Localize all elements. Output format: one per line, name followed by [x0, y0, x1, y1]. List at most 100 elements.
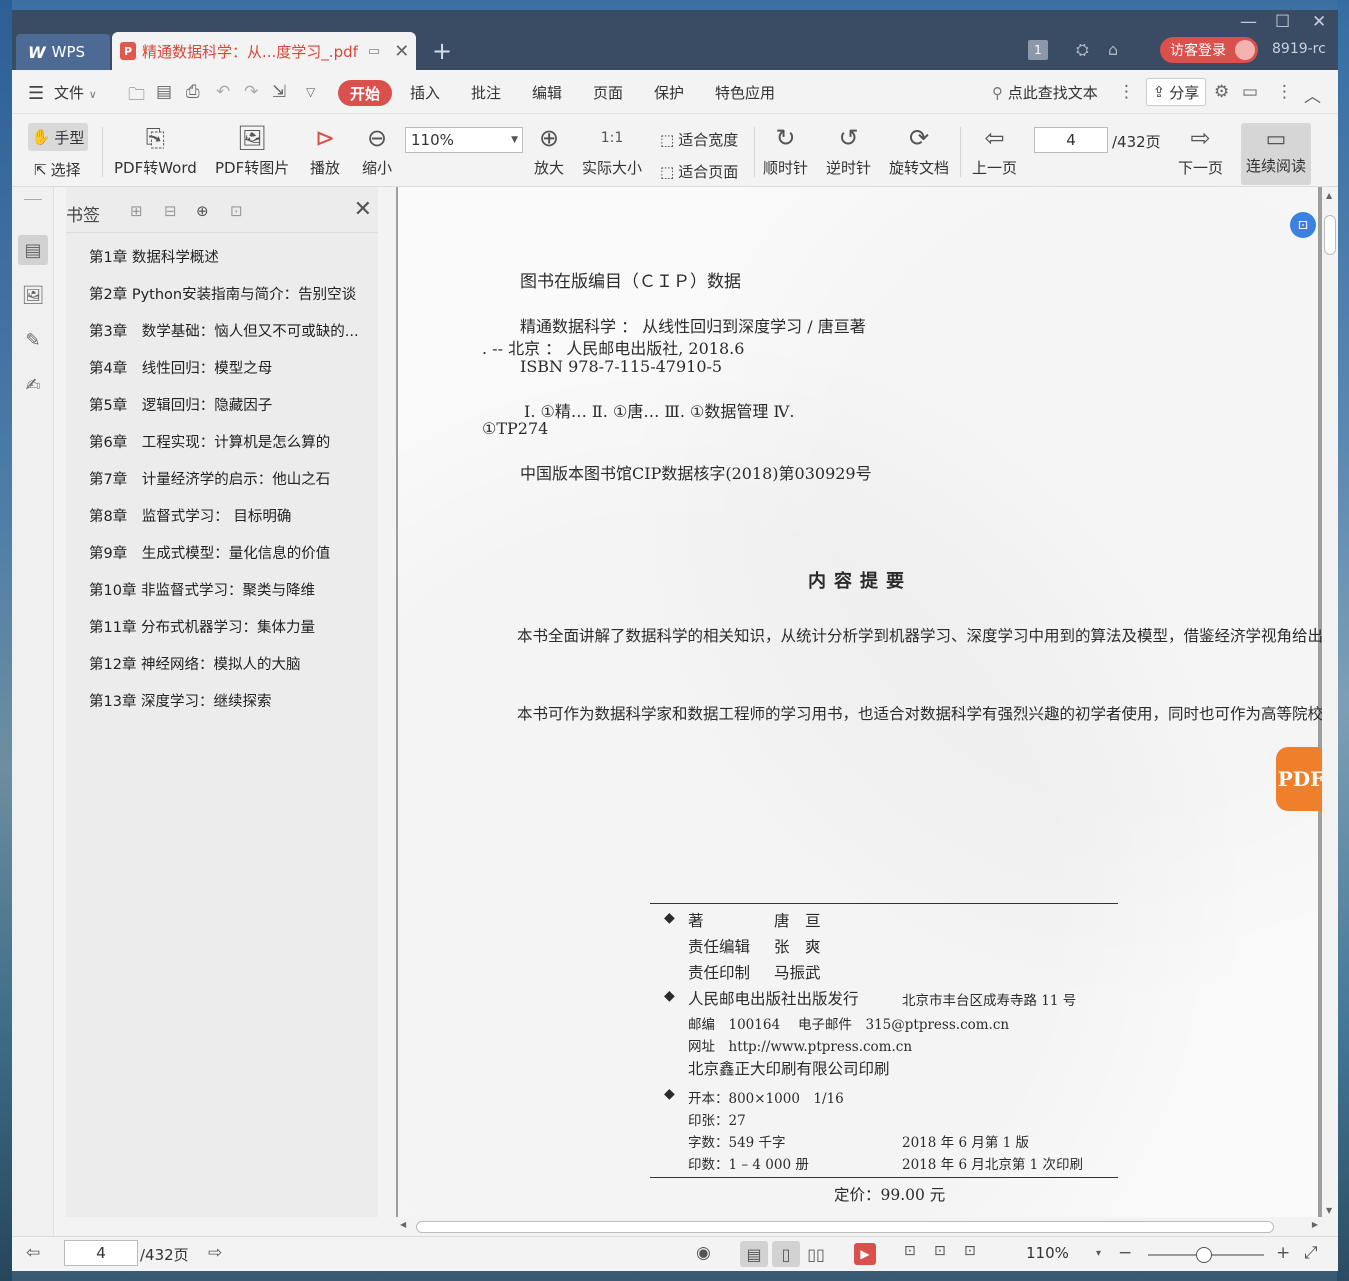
fullscreen-icon[interactable]: ⤢ — [1304, 1243, 1318, 1263]
zoom-slider-knob[interactable] — [1196, 1247, 1212, 1263]
tab-annotate[interactable]: 批注 — [471, 82, 501, 103]
wps-home-tab[interactable]: W WPS — [16, 34, 110, 70]
fit-width-status-icon[interactable]: ⊡ — [964, 1243, 976, 1259]
fit-page-status-icon[interactable]: ⊡ — [934, 1243, 946, 1259]
file-menu[interactable]: 文件 ∨ — [54, 82, 97, 103]
continuous-read-button[interactable]: ▭ 连续阅读 — [1241, 123, 1311, 185]
select-tool-button[interactable]: ⇱ 选择 — [34, 159, 81, 180]
print-icon[interactable]: ⎙ — [186, 82, 200, 102]
close-window-icon[interactable]: ✕ — [1312, 12, 1326, 32]
bookmark-item[interactable]: 第13章 深度学习：继续探索 — [89, 689, 371, 726]
rotate-clockwise-button[interactable]: ↻ 顺时针 — [763, 121, 808, 178]
zoom-minus-icon[interactable]: − — [1118, 1243, 1132, 1263]
bookmark-panel-icon[interactable]: ▤ — [18, 235, 48, 265]
status-zoom-value[interactable]: 110% — [1026, 1244, 1069, 1262]
redo-icon[interactable]: ↷ — [244, 82, 258, 102]
previous-page-icon[interactable]: ⇦ — [26, 1243, 40, 1263]
customize-dropdown-icon[interactable]: ▽ — [306, 85, 315, 99]
delete-bookmark-icon[interactable]: ⊡ — [230, 202, 243, 220]
tab-protect[interactable]: 保护 — [654, 82, 684, 103]
thumbnail-icon[interactable]: 🖼 — [18, 280, 48, 310]
tab-special-apps[interactable]: 特色应用 — [715, 82, 775, 103]
add-bookmark-icon[interactable]: ⊕ — [196, 202, 209, 220]
document-tab[interactable]: P 精通数据科学：从...度学习_.pdf ▭ ✕ — [112, 32, 416, 70]
comment-icon[interactable]: ▭ — [1242, 82, 1258, 102]
zoom-in-button[interactable]: ⊕ 放大 — [534, 121, 564, 178]
rotate-counterclockwise-button[interactable]: ↺ 逆时针 — [826, 121, 871, 178]
pdf-float-icon[interactable]: PDF — [1276, 747, 1322, 811]
two-page-view-icon[interactable]: ▯▯ — [802, 1241, 830, 1267]
maximize-icon[interactable]: ☐ — [1275, 12, 1290, 32]
status-page-input[interactable]: 4 — [64, 1240, 138, 1266]
search-text-button[interactable]: ⚲ 点此查找文本 — [992, 82, 1098, 103]
zoom-dropdown-icon[interactable]: ▾ — [1096, 1248, 1101, 1259]
settings-gear-icon[interactable]: ⚙ — [1214, 82, 1229, 102]
document-viewport[interactable]: 图书在版编目（ＣＩＰ）数据 精通数据科学 ： 从线性回归到深度学习 / 唐亘著 … — [396, 187, 1322, 1217]
pdf-to-word-button[interactable]: ⎘ PDF转Word — [114, 121, 197, 178]
bookmark-item[interactable]: 第10章 非监督式学习：聚类与降维 — [89, 578, 371, 615]
close-panel-icon[interactable]: ✕ — [354, 197, 372, 222]
new-tab-icon[interactable]: + — [432, 37, 452, 65]
export-icon[interactable]: ⇲ — [272, 82, 286, 102]
zoom-select[interactable]: 110% ▼ — [405, 127, 523, 153]
more-vertical-icon[interactable]: ⋮ — [1118, 82, 1135, 102]
save-icon[interactable]: ▤ — [156, 82, 172, 102]
bookmark-item[interactable]: 第9章 生成式模型：量化信息的价值 — [89, 541, 371, 578]
next-page-button[interactable]: ⇨ 下一页 — [1178, 121, 1223, 178]
bookmark-item[interactable]: 第3章 数学基础：恼人但又不可或缺的... — [89, 319, 371, 356]
open-folder-icon[interactable]: 🗀 — [128, 82, 145, 111]
hand-tool-button[interactable]: ✋ 手型 — [28, 123, 88, 151]
eye-protection-icon[interactable]: ◉ — [696, 1243, 711, 1263]
scroll-left-icon[interactable]: ◀ — [400, 1220, 406, 1229]
tab-insert[interactable]: 插入 — [410, 82, 440, 103]
actual-size-button[interactable]: 1:1 实际大小 — [582, 121, 642, 178]
vertical-scrollbar[interactable]: ▲ ▼ — [1322, 187, 1338, 1217]
scroll-up-icon[interactable]: ▲ — [1326, 191, 1332, 200]
hamburger-icon[interactable]: ☰ — [28, 83, 44, 104]
login-button[interactable]: 访客登录 — [1160, 37, 1258, 63]
bookmark-item[interactable]: 第1章 数据科学概述 — [89, 245, 371, 282]
bookmark-item[interactable]: 第4章 线性回归：模型之母 — [89, 356, 371, 393]
page-tool-badge-icon[interactable]: ⊡ — [1290, 212, 1316, 238]
rotate-document-button[interactable]: ⟳ 旋转文档 — [889, 121, 949, 178]
pdf-to-image-button[interactable]: 🖼 PDF转图片 — [215, 121, 289, 178]
slideshow-play-icon[interactable]: ▶ — [854, 1243, 876, 1265]
minimize-icon[interactable]: — — [1240, 12, 1257, 32]
play-button[interactable]: ⊳ 播放 — [310, 121, 340, 178]
tab-edit[interactable]: 编辑 — [532, 82, 562, 103]
zoom-plus-icon[interactable]: + — [1276, 1243, 1290, 1263]
horizontal-scroll-thumb[interactable] — [416, 1221, 1274, 1233]
bookmark-item[interactable]: 第5章 逻辑回归：隐藏因子 — [89, 393, 371, 430]
bookmark-item[interactable]: 第7章 计量经济学的启示：他山之石 — [89, 467, 371, 504]
horizontal-scrollbar[interactable]: ◀ ▶ — [396, 1217, 1322, 1236]
scroll-down-icon[interactable]: ▼ — [1326, 1206, 1332, 1215]
expand-all-icon[interactable]: ⊞ — [130, 202, 143, 220]
zoom-slider[interactable] — [1148, 1247, 1264, 1263]
scroll-right-icon[interactable]: ▶ — [1312, 1220, 1318, 1229]
zoom-out-button[interactable]: ⊖ 缩小 — [362, 121, 392, 178]
bookmark-item[interactable]: 第2章 Python安装指南与简介：告别空谈 — [89, 282, 371, 319]
tab-page[interactable]: 页面 — [593, 82, 623, 103]
tab-start[interactable]: 开始 — [338, 80, 392, 106]
bookmark-item[interactable]: 第11章 分布式机器学习：集体力量 — [89, 615, 371, 652]
signature-icon[interactable]: ✍ — [18, 370, 48, 400]
close-tab-icon[interactable]: ✕ — [394, 41, 409, 62]
collapse-ribbon-icon[interactable]: ︿ — [1304, 82, 1321, 107]
single-page-view-icon[interactable]: ▤ — [740, 1241, 768, 1267]
bookmark-item[interactable]: 第8章 监督式学习： 目标明确 — [89, 504, 371, 541]
bookmark-item[interactable]: 第6章 工程实现：计算机是怎么算的 — [89, 430, 371, 467]
fit-width-button[interactable]: ⬚ 适合宽度 — [660, 129, 738, 150]
annotation-icon[interactable]: ✎ — [18, 325, 48, 355]
shirt-icon[interactable]: ⌂ — [1108, 40, 1118, 59]
undo-icon[interactable]: ↶ — [216, 82, 230, 102]
bookmark-item[interactable]: 第12章 神经网络：模拟人的大脑 — [89, 652, 371, 689]
vertical-scroll-thumb[interactable] — [1324, 215, 1336, 255]
fit-page-button[interactable]: ⬚ 适合页面 — [660, 161, 738, 182]
monitor-icon[interactable]: ▭ — [368, 44, 380, 59]
skin-icon[interactable]: ⛭ — [1076, 40, 1089, 60]
actual-size-status-icon[interactable]: ⊡ — [904, 1243, 916, 1259]
continuous-view-icon[interactable]: ▯ — [772, 1241, 800, 1267]
share-button[interactable]: ⇪ 分享 — [1146, 78, 1206, 106]
next-page-icon[interactable]: ⇨ — [208, 1243, 222, 1263]
page-number-input[interactable]: 4 — [1034, 127, 1108, 153]
